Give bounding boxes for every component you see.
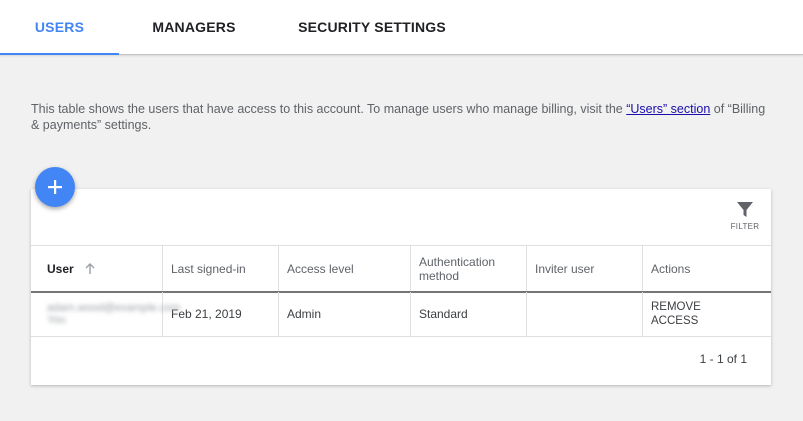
remove-access-button[interactable]: REMOVE ACCESS xyxy=(651,300,711,328)
access-level-cell: Admin xyxy=(279,292,411,336)
column-header-user[interactable]: User xyxy=(31,246,163,291)
user-email: adam.wood@example.com xyxy=(47,302,181,314)
add-user-button[interactable] xyxy=(35,167,75,207)
tab-managers-label: MANAGERS xyxy=(152,19,236,35)
last-signed-in-value: Feb 21, 2019 xyxy=(171,307,242,321)
filter-icon xyxy=(737,202,753,217)
tab-security-settings[interactable]: SECURITY SETTINGS xyxy=(290,0,454,54)
info-text: This table shows the users that have acc… xyxy=(31,101,771,133)
column-header-actions: Actions xyxy=(643,246,771,291)
column-header-user-label: User xyxy=(47,261,74,276)
add-icon xyxy=(48,180,62,194)
tab-users-label: USERS xyxy=(34,19,85,35)
column-header-label: Authentication method xyxy=(419,254,496,283)
column-header-label: Actions xyxy=(651,261,691,276)
user-note: You xyxy=(47,314,66,326)
filter-button[interactable]: FILTER xyxy=(730,201,760,231)
info-text-before: This table shows the users that have acc… xyxy=(31,102,627,116)
column-header-last-signed-in: Last signed-in xyxy=(163,246,279,291)
inviter-cell xyxy=(527,292,643,336)
column-header-access-level: Access level xyxy=(279,246,411,291)
tab-users[interactable]: USERS xyxy=(0,0,119,55)
user-identity-redacted: adam.wood@example.com You xyxy=(47,302,180,326)
column-header-label: Access level xyxy=(287,261,354,276)
user-cell: adam.wood@example.com You xyxy=(31,292,180,336)
column-header-label: Inviter user xyxy=(535,261,595,276)
pagination-status: 1 - 1 of 1 xyxy=(699,352,747,366)
column-header-label: Last signed-in xyxy=(171,261,246,276)
actions-cell: REMOVE ACCESS xyxy=(643,292,771,336)
column-header-authentication-method: Authentication method xyxy=(411,246,527,291)
tab-managers[interactable]: MANAGERS xyxy=(138,0,250,54)
table-header: User Last signed-in Access level Authent… xyxy=(31,245,771,293)
access-level-value: Admin xyxy=(287,307,322,321)
tab-bar: USERS MANAGERS SECURITY SETTINGS xyxy=(0,0,803,55)
auth-method-value: Standard xyxy=(419,307,468,321)
active-tab-indicator xyxy=(0,53,119,55)
column-header-inviter-user: Inviter user xyxy=(527,246,643,291)
tab-security-settings-label: SECURITY SETTINGS xyxy=(298,19,446,35)
users-table-card: FILTER User Last signed-in Access level … xyxy=(31,189,771,385)
auth-method-cell: Standard xyxy=(411,292,527,336)
users-section-link[interactable]: “Users” section xyxy=(626,102,710,116)
filter-label: FILTER xyxy=(730,222,760,231)
sort-arrow-up-icon[interactable] xyxy=(84,262,96,275)
table-row: adam.wood@example.com You Feb 21, 2019 A… xyxy=(31,292,771,337)
